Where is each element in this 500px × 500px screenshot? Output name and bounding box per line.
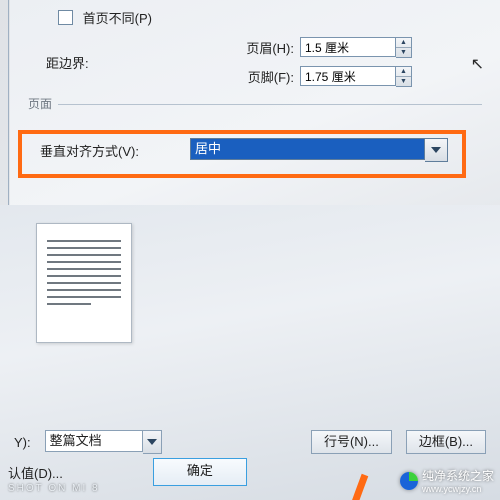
chevron-down-icon [147,439,157,445]
vertical-alignment-combo[interactable]: 居中 [190,138,448,162]
watermark-name: 纯净系统之家 [422,469,494,483]
footer-label: 页脚(F): [226,67,294,86]
page-preview [36,223,132,343]
chevron-down-icon[interactable]: ▼ [396,47,411,57]
shot-on-label: SHOT ON MI 8 [8,483,100,494]
header-spinner-arrows[interactable]: ▲▼ [396,37,412,58]
borders-button[interactable]: 边框(B)... [406,430,486,454]
first-page-different-label: 首页不同(P) [83,11,152,26]
footer-spinner[interactable]: ▲▼ [300,66,412,87]
from-edge-label: 距边界: [28,53,226,72]
mouse-cursor-icon: ↖ [471,54,484,74]
footer-value-input[interactable] [300,66,396,86]
line-numbers-button[interactable]: 行号(N)... [311,430,392,454]
header-label: 页眉(H): [226,38,294,57]
chevron-down-icon[interactable]: ▼ [396,76,411,86]
watermark: 纯净系统之家 www.ycwjzy.cn [400,467,494,494]
vertical-alignment-value[interactable]: 居中 [190,138,425,160]
header-value-input[interactable] [300,37,396,57]
arrow-annotation [295,465,415,500]
apply-to-dropdown-button[interactable] [143,430,162,454]
watermark-url: www.ycwjzy.cn [422,484,494,494]
apply-to-label: Y): [14,435,31,450]
chevron-up-icon[interactable]: ▲ [396,38,411,47]
chevron-up-icon[interactable]: ▲ [396,67,411,76]
first-page-different-row: 首页不同(P) [58,8,482,27]
vertical-alignment-label: 垂直对齐方式(V): [40,141,190,160]
watermark-logo-icon [400,472,418,490]
first-page-different-checkbox[interactable] [58,10,73,25]
chevron-down-icon [431,147,441,153]
header-spinner[interactable]: ▲▼ [300,37,412,58]
footer-spinner-arrows[interactable]: ▲▼ [396,66,412,87]
page-setup-bottom-panel: Y): 整篇文档 行号(N)... 边框(B)... 认值(D)... 确定 [0,205,500,500]
page-section-header: 页面 [28,95,482,112]
apply-to-combo[interactable]: 整篇文档 [45,430,162,454]
apply-to-value[interactable]: 整篇文档 [45,430,143,452]
ok-button[interactable]: 确定 [153,458,247,486]
default-button-label[interactable]: 认值(D)... [8,463,63,482]
vertical-alignment-dropdown-button[interactable] [425,138,448,162]
